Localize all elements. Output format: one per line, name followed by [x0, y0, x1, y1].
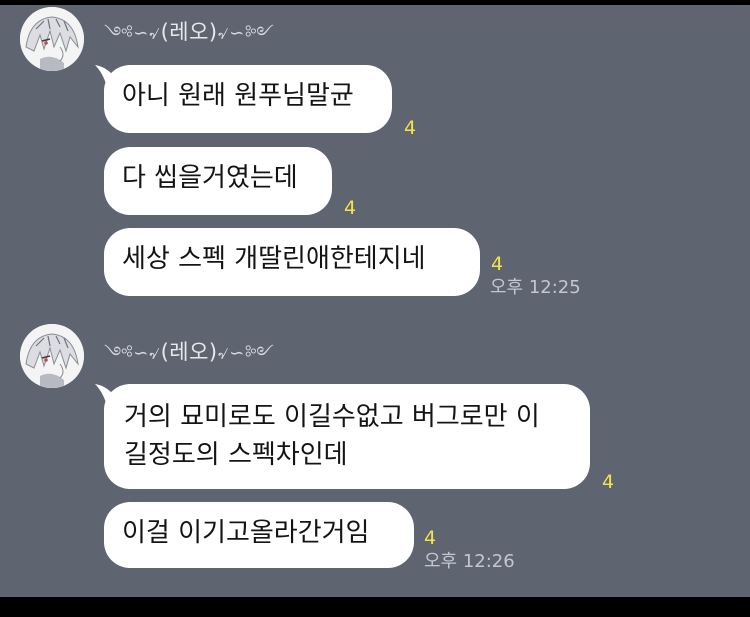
sender-name: ༺∽৵(레오)৵∽༻: [104, 17, 274, 47]
anime-character-avatar-icon: [20, 7, 84, 71]
sender-deco-right: ৵∽༻: [217, 343, 275, 364]
bubble-tail-icon: [95, 384, 119, 406]
anime-character-avatar-icon: [20, 324, 84, 388]
message-bubble[interactable]: 거의 묘미로도 이길수없고 버그로만 이 길정도의 스펙차인데: [95, 384, 590, 489]
message-text: 거의 묘미로도 이길수없고 버그로만 이 길정도의 스펙차인데: [124, 402, 540, 470]
sender-avatar[interactable]: [20, 324, 84, 388]
timestamp: 오후 12:25: [490, 277, 581, 298]
sender-name: ༺∽৵(레오)৵∽༻: [104, 337, 274, 367]
read-count: 4: [424, 527, 437, 549]
message-bubble[interactable]: 세상 스펙 개딸린애한테지네: [104, 228, 480, 296]
bottom-bar: [0, 597, 750, 617]
timestamp: 오후 12:26: [424, 551, 515, 572]
sender-avatar[interactable]: [20, 7, 84, 71]
sender-deco-left: ༺∽৵: [104, 23, 161, 44]
read-count: 4: [491, 253, 504, 275]
read-count: 4: [602, 471, 615, 493]
sender-deco-right: ৵∽༻: [217, 23, 275, 44]
sender-name-text: (레오): [160, 340, 218, 364]
message-bubble[interactable]: 다 씹을거였는데: [104, 147, 332, 215]
bubble-tail-icon: [95, 65, 119, 87]
read-count: 4: [404, 117, 417, 139]
message-bubble[interactable]: 아니 원래 원푸님말균: [95, 65, 392, 133]
chat-screen: ༺∽৵(레오)৵∽༻ 아니 원래 원푸님말균 4 다 씹을거였는데 4 세상 스…: [0, 5, 750, 597]
sender-deco-left: ༺∽৵: [104, 343, 161, 364]
sender-name-text: (레오): [160, 20, 218, 44]
read-count: 4: [344, 197, 357, 219]
message-bubble[interactable]: 이걸 이기고올라간거임: [104, 502, 414, 568]
message-text: 다 씹을거였는데: [122, 163, 298, 193]
message-text: 이걸 이기고올라간거임: [122, 518, 370, 548]
message-text: 세상 스펙 개딸린애한테지네: [122, 244, 426, 274]
message-text: 아니 원래 원푸님말균: [122, 81, 354, 111]
